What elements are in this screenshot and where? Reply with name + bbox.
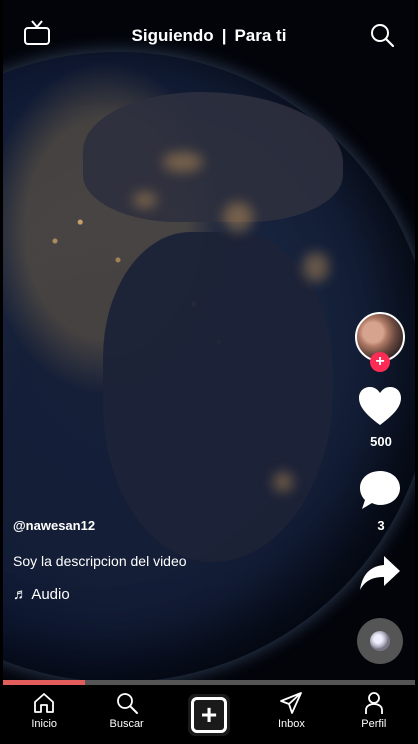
nav-profile[interactable]: Perfil bbox=[333, 685, 415, 744]
video-description: Soy la descripcion del video bbox=[13, 553, 187, 569]
music-disc-icon[interactable] bbox=[357, 618, 403, 664]
follow-button[interactable]: + bbox=[370, 352, 390, 372]
search-icon bbox=[116, 693, 138, 714]
nav-search[interactable]: Buscar bbox=[85, 685, 167, 744]
plus-icon: + bbox=[191, 696, 228, 733]
nav-add[interactable]: + bbox=[168, 685, 250, 744]
create-button[interactable]: + bbox=[188, 693, 231, 736]
nav-inbox[interactable]: Inbox bbox=[250, 685, 332, 744]
home-icon bbox=[34, 693, 55, 713]
nav-inbox-label: Inbox bbox=[277, 718, 305, 730]
nav-home[interactable]: Inicio bbox=[3, 685, 85, 744]
comment-count: 3 bbox=[377, 518, 385, 533]
audio-label[interactable]: ♬ Audio bbox=[13, 586, 313, 603]
tab-separator: | bbox=[221, 26, 227, 45]
feed-tabs: Siguiendo | Para ti bbox=[3, 26, 415, 46]
nav-search-label: Buscar bbox=[109, 718, 144, 730]
city-lights bbox=[133, 192, 157, 208]
city-lights bbox=[303, 252, 329, 282]
city-lights bbox=[163, 152, 203, 172]
user-icon bbox=[364, 692, 383, 714]
send-icon bbox=[280, 692, 303, 714]
video-caption: @nawesan12 Soy la descripcion del video … bbox=[13, 518, 313, 603]
like-count: 500 bbox=[370, 434, 392, 449]
creator-username[interactable]: @nawesan12 bbox=[13, 518, 313, 533]
nav-home-label: Inicio bbox=[31, 718, 58, 730]
city-lights bbox=[273, 472, 293, 492]
earth-continent bbox=[103, 232, 333, 562]
city-lights bbox=[223, 202, 253, 232]
music-disc-center bbox=[370, 631, 390, 651]
app-frame: Siguiendo | Para ti + 500 3 @nawesan12 Soy… bbox=[3, 0, 415, 744]
share-icon[interactable] bbox=[357, 550, 403, 596]
tab-following[interactable]: Siguiendo bbox=[132, 26, 214, 46]
nav-profile-label: Perfil bbox=[361, 718, 387, 730]
top-bar: Siguiendo | Para ti bbox=[3, 14, 415, 58]
heart-icon[interactable] bbox=[357, 384, 403, 430]
bottom-nav: Inicio Buscar + Inbox Perfil bbox=[3, 685, 415, 744]
tab-for-you[interactable]: Para ti bbox=[234, 26, 286, 46]
earth-continent bbox=[83, 92, 343, 222]
comment-icon[interactable] bbox=[357, 468, 403, 514]
search-icon[interactable] bbox=[369, 22, 395, 48]
